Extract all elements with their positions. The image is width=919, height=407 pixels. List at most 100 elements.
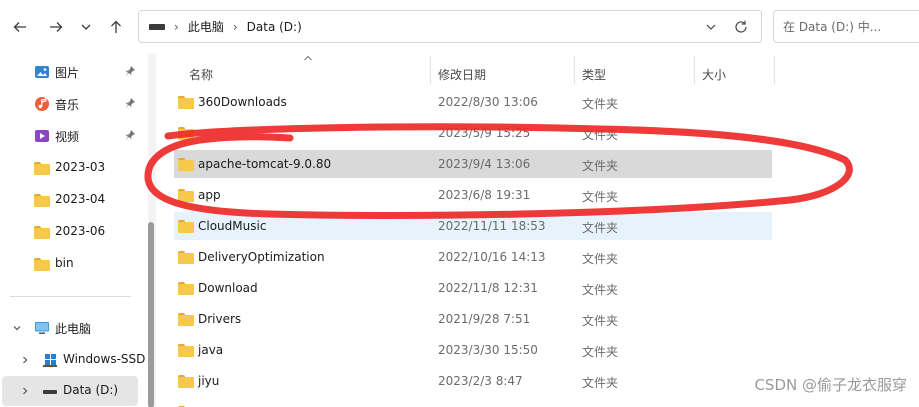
music-icon	[35, 97, 49, 111]
drive-icon	[43, 390, 57, 394]
file-list: 名称 修改日期 类型 大小 360Downloads 2022/8/30 13:…	[156, 54, 919, 407]
folder-icon	[178, 127, 194, 140]
search-placeholder: 在 Data (D:) 中...	[783, 20, 882, 34]
file-row[interactable]: CloudMusic 2022/11/11 18:53 文件夹	[174, 212, 772, 240]
file-name: Drivers	[198, 312, 242, 326]
file-row[interactable]: Drivers 2021/9/28 7:51 文件夹	[174, 305, 772, 333]
folder-icon	[34, 226, 50, 242]
breadcrumb-drive[interactable]: Data (D:)	[247, 20, 302, 34]
file-row[interactable]	[174, 398, 772, 407]
sidebar-item-2023-03[interactable]: 2023-03	[0, 153, 148, 183]
file-date: 2022/11/11 18:53	[438, 219, 546, 233]
sidebar-item-pictures[interactable]: 图片	[0, 57, 148, 87]
search-input[interactable]: 在 Data (D:) 中...	[773, 10, 919, 43]
sidebar-item-label: 图片	[55, 66, 80, 80]
file-name: DeliveryOptimization	[198, 250, 325, 264]
file-type: 文件夹	[582, 97, 619, 111]
watermark: CSDN @偷子龙衣服穿	[754, 376, 907, 394]
file-row[interactable]: apache-tomcat-9.0.80 2023/9/4 13:06 文件夹	[174, 150, 772, 178]
video-icon	[35, 130, 49, 142]
file-row[interactable]: jiyu 2023/2/3 8:47 文件夹	[174, 367, 772, 395]
pin-icon	[125, 130, 135, 141]
column-header-size[interactable]: 大小	[702, 60, 726, 88]
forward-button[interactable]	[44, 14, 68, 40]
chevron-down-icon[interactable]	[12, 323, 22, 333]
file-name: 360Downloads	[198, 95, 287, 109]
folder-icon	[34, 194, 50, 210]
folder-icon	[178, 375, 194, 388]
sidebar-item-data-drive[interactable]: Data (D:)	[2, 376, 138, 406]
arrow-right-icon	[50, 22, 63, 32]
column-header-date[interactable]: 修改日期	[438, 60, 486, 88]
file-row[interactable]: app 2023/6/8 19:31 文件夹	[174, 181, 772, 209]
file-type: 文件夹	[582, 345, 619, 359]
chevron-right-icon[interactable]	[20, 355, 30, 365]
column-divider[interactable]	[774, 56, 775, 84]
chevron-down-icon[interactable]	[703, 19, 719, 35]
sidebar-item-video[interactable]: 视频	[0, 121, 148, 151]
file-row[interactable]: Download 2022/11/8 12:31 文件夹	[174, 274, 772, 302]
column-header-label: 大小	[702, 67, 727, 82]
file-type: 文件夹	[582, 314, 619, 328]
file-row[interactable]: 360Downloads 2022/8/30 13:06 文件夹	[174, 88, 772, 116]
file-type: 文件夹	[582, 128, 619, 142]
address-bar[interactable]: › 此电脑 › Data (D:)	[138, 10, 762, 43]
file-date: 2023/2/3 8:47	[438, 374, 523, 388]
drive-icon	[149, 23, 165, 30]
history-dropdown-button[interactable]	[74, 14, 98, 40]
file-date: 2023/9/4 13:06	[438, 157, 531, 171]
folder-icon	[178, 158, 194, 171]
file-date: 2023/6/8 19:31	[438, 188, 531, 202]
file-name: jiyu	[198, 374, 220, 388]
file-row[interactable]: java 2023/3/30 15:50 文件夹	[174, 336, 772, 364]
column-header-label: 类型	[582, 67, 607, 82]
file-row[interactable]: DeliveryOptimization 2022/10/16 14:13 文件…	[174, 243, 772, 271]
file-type: 文件夹	[582, 283, 619, 297]
sidebar-item-2023-04[interactable]: 2023-04	[0, 185, 148, 215]
sidebar-item-label: Data (D:)	[63, 383, 119, 397]
sidebar-scrollbar-thumb[interactable]	[148, 222, 154, 407]
computer-icon	[35, 322, 49, 334]
file-type: 文件夹	[582, 159, 619, 173]
navigation-pane: 图片 音乐 视频 2023-03 2023-04 2023-06 bin 此电脑	[0, 54, 148, 407]
windows-drive-icon	[43, 354, 57, 367]
sidebar-item-windows-ssd[interactable]: Windows-SSD	[0, 345, 148, 375]
column-divider[interactable]	[430, 56, 431, 84]
pin-icon	[125, 98, 135, 109]
sidebar-item-music[interactable]: 音乐	[0, 89, 148, 119]
up-button[interactable]	[104, 14, 128, 40]
breadcrumb-this-pc[interactable]: 此电脑	[188, 18, 224, 35]
sidebar-item-label: 音乐	[55, 98, 80, 112]
refresh-icon[interactable]	[733, 19, 749, 35]
sidebar-item-label: Windows-SSD	[63, 352, 146, 366]
sidebar-item-2023-06[interactable]: 2023-06	[0, 217, 148, 247]
file-type: 文件夹	[582, 252, 619, 266]
file-row[interactable]: 2023/5/9 15:25 文件夹	[174, 119, 772, 147]
folder-icon	[178, 344, 194, 357]
sidebar-item-label: 2023-03	[55, 160, 106, 174]
column-header-label: 修改日期	[438, 67, 487, 82]
column-header-type[interactable]: 类型	[582, 60, 606, 88]
toolbar: › 此电脑 › Data (D:) 在 Data (D:) 中...	[0, 0, 919, 54]
file-name: app	[198, 188, 221, 202]
back-button[interactable]	[8, 14, 32, 40]
sidebar-item-bin[interactable]: bin	[0, 249, 148, 279]
sort-ascending-icon	[304, 55, 312, 61]
column-header-name[interactable]: 名称	[189, 60, 213, 88]
sidebar-item-this-pc[interactable]: 此电脑	[0, 313, 148, 343]
sidebar-divider	[10, 296, 131, 297]
breadcrumb-separator: ›	[174, 19, 179, 34]
chevron-right-icon[interactable]	[20, 386, 30, 396]
column-divider[interactable]	[574, 56, 575, 84]
file-name: CloudMusic	[198, 219, 267, 233]
folder-icon	[34, 162, 50, 178]
sidebar-item-label: bin	[55, 256, 74, 270]
file-name: apache-tomcat-9.0.80	[198, 157, 332, 171]
file-type: 文件夹	[582, 221, 619, 235]
folder-icon	[178, 251, 194, 264]
column-divider[interactable]	[694, 56, 695, 84]
pin-icon	[125, 66, 135, 77]
folder-icon	[178, 313, 194, 326]
file-date: 2023/5/9 15:25	[438, 126, 531, 140]
file-date: 2021/9/28 7:51	[438, 312, 531, 326]
